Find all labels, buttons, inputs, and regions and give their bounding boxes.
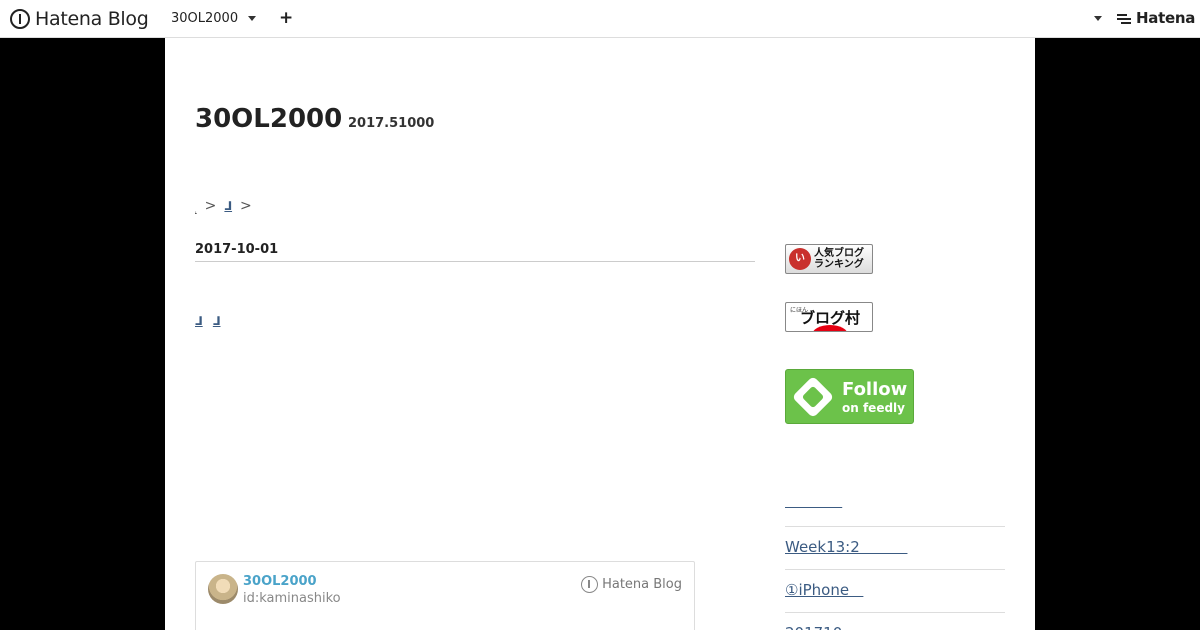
category-link[interactable]: ⅃ — [213, 314, 221, 328]
blog-ranking-banner[interactable]: い 人気ブログ ランキング — [785, 244, 873, 274]
village-text: ブログ村 — [800, 309, 861, 327]
ranking-line-1: 人気ブログ — [814, 248, 864, 259]
logo-text: Hatena Blog — [35, 8, 149, 30]
breadcrumb-separator: > — [204, 198, 217, 214]
hatena-text: Hatena — [1136, 9, 1196, 27]
user-menu-chevron-icon[interactable] — [1094, 16, 1102, 21]
ranking-banner-text: 人気ブログ ランキング — [814, 248, 864, 270]
list-item: ①iPhone — [785, 570, 1005, 613]
blog-title[interactable]: 30OL2000 — [195, 104, 342, 134]
ranking-line-2: ランキング — [814, 259, 864, 270]
hatena-wave-icon — [1117, 12, 1135, 24]
blog-village-banner[interactable]: にほん ブログ村 — [785, 302, 873, 332]
feedly-icon — [791, 375, 835, 419]
profile-id: id:kaminashiko — [243, 591, 341, 606]
blog-switcher[interactable]: 30OL2000 — [171, 11, 238, 26]
list-item: Week13:2 — [785, 527, 1005, 570]
hatena-blog-brand: Hatena Blog — [581, 576, 682, 593]
profile-card: 30OL2000 id:kaminashiko Hatena Blog — [195, 561, 695, 630]
hatena-logo-icon — [10, 9, 30, 29]
list-item — [785, 489, 1005, 527]
recent-entry-link[interactable] — [785, 492, 842, 510]
category-link[interactable]: ⅃ — [195, 314, 203, 328]
ranking-logo-icon: い — [789, 248, 811, 270]
chevron-down-icon[interactable] — [248, 16, 256, 21]
follow-feedly-button[interactable]: Follow on feedly — [785, 369, 914, 424]
brand-text: Hatena Blog — [602, 577, 682, 592]
recent-entry-link[interactable]: 201710 — [785, 624, 842, 630]
avatar[interactable] — [208, 574, 238, 604]
hatena-link[interactable]: Hatena — [1117, 9, 1195, 27]
breadcrumb-home[interactable]: ˌ — [195, 207, 197, 214]
recent-entry-link[interactable]: Week13:2 — [785, 538, 907, 556]
hatena-logo-icon — [581, 576, 599, 593]
profile-name[interactable]: 30OL2000 — [243, 574, 317, 589]
recent-entries: Week13:2 ①iPhone 201710 — [785, 489, 1005, 630]
global-header: Hatena Blog 30OL2000 + Hatena — [0, 0, 1200, 38]
feedly-follow-text: Follow — [842, 379, 908, 400]
feedly-sub-text: on feedly — [842, 401, 905, 415]
list-item: 201710 — [785, 613, 1005, 630]
hatena-blog-logo[interactable]: Hatena Blog — [10, 7, 149, 31]
breadcrumb-category[interactable]: ⅃ — [224, 199, 232, 213]
entry-date: 2017-10-01 — [195, 242, 755, 262]
blog-description: 2017.51000 — [348, 116, 435, 131]
add-entry-button[interactable]: + — [279, 8, 293, 28]
recent-entry-link[interactable]: ①iPhone — [785, 581, 863, 599]
breadcrumb: ˌ > ⅃ > — [195, 198, 260, 214]
breadcrumb-separator: > — [240, 198, 252, 214]
entry-categories: ⅃ ⅃ — [195, 314, 227, 328]
blog-container: 30OL2000 2017.51000 ˌ > ⅃ > 2017-10-01 ⅃… — [165, 38, 1035, 630]
